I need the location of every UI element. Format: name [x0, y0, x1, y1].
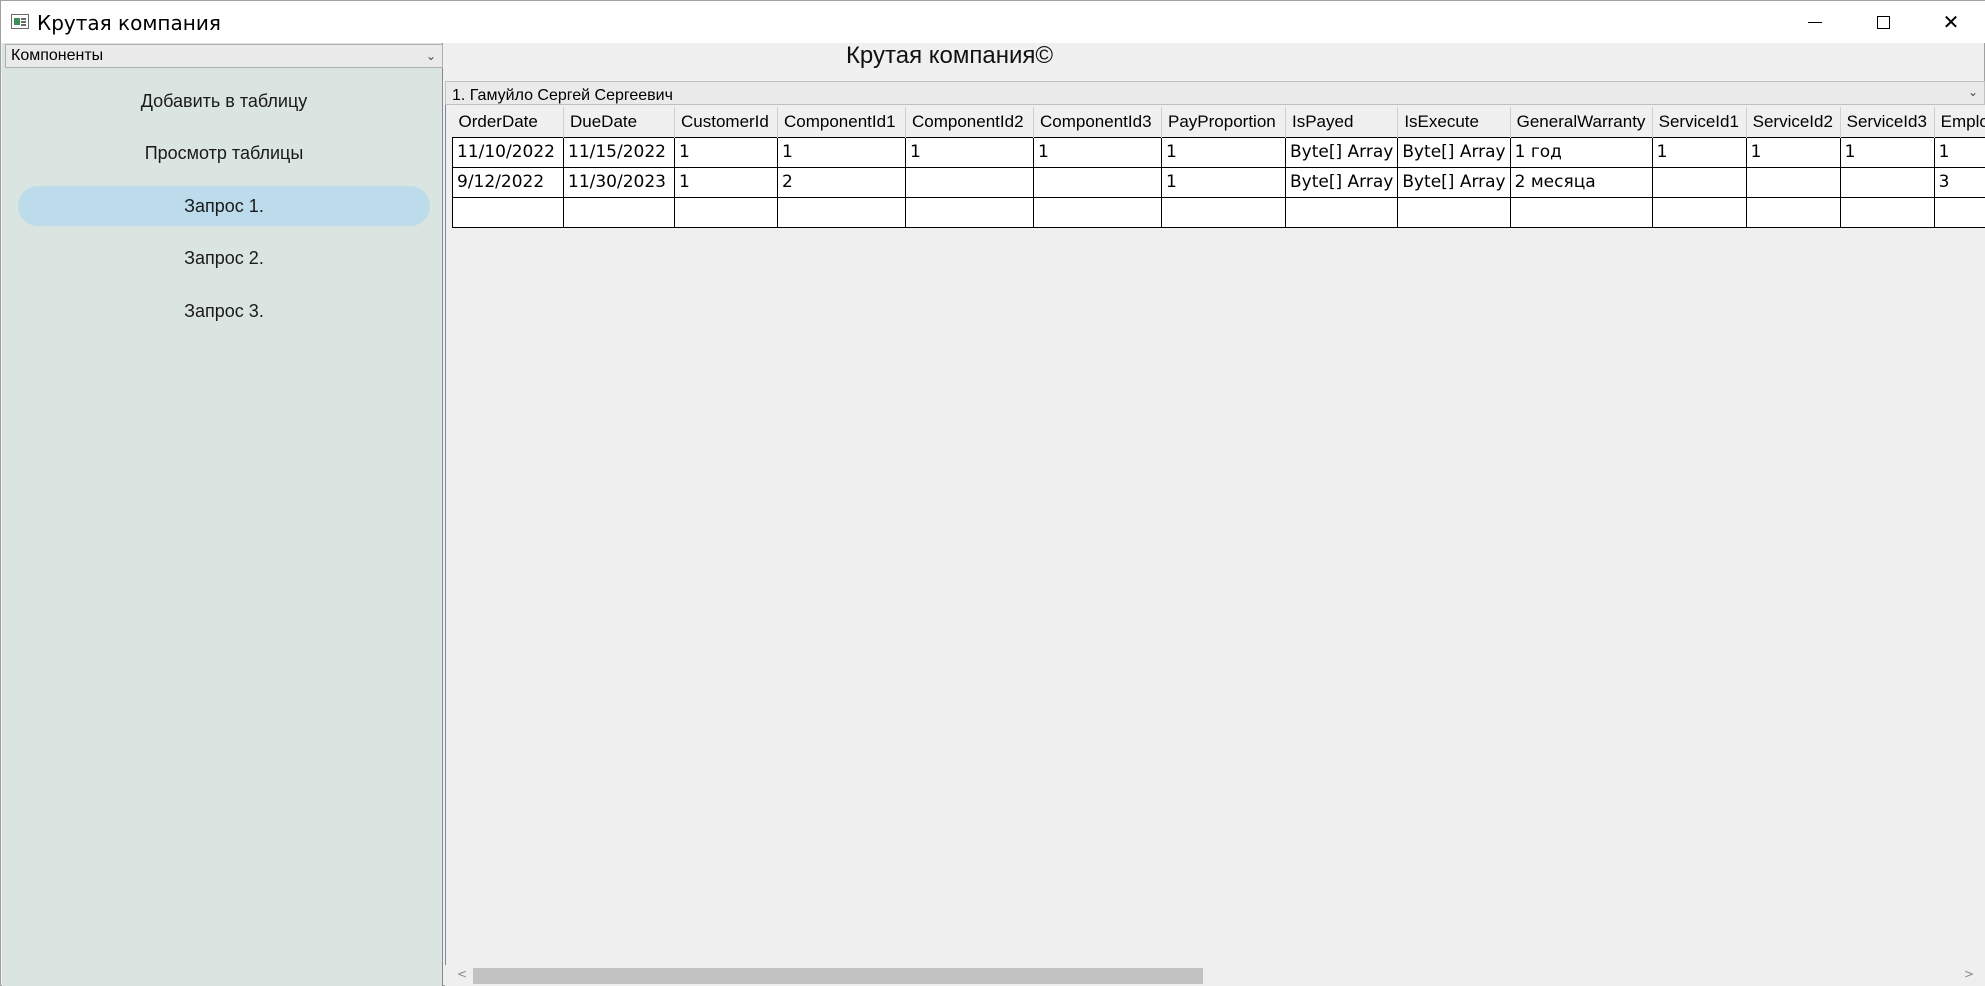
table-cell[interactable] [563, 196, 675, 228]
table-cell[interactable]: 1 [1839, 136, 1935, 168]
table-cell[interactable]: 1 [1161, 136, 1286, 168]
app-icon [11, 14, 29, 29]
table-cell[interactable] [1651, 166, 1747, 198]
sidebar-item-label: Добавить в таблицу [140, 90, 308, 111]
table-cell[interactable]: 1 год [1509, 136, 1653, 168]
table-row[interactable]: 9/12/2022 11/30/2023 1 2 1 Byte[] Array Byte[]… [452, 166, 1985, 198]
sidebar-item-label: Запрос 3. [184, 300, 264, 321]
column-header[interactable]: IsExecute [1397, 107, 1511, 137]
scroll-right-icon[interactable]: > [1964, 967, 1974, 981]
sidebar-item-4[interactable]: Запрос 2. [18, 238, 430, 278]
table-row[interactable]: 11/10/2022 11/15/2022 1 1 1 1 1 Byte[] Array Byt… [452, 136, 1985, 168]
table-cell[interactable]: 9/12/2022 [452, 166, 564, 198]
scroll-left-icon[interactable]: < [457, 967, 467, 981]
sidebar-item-2[interactable]: Просмотр таблицы [18, 133, 430, 173]
table-cell[interactable] [1651, 196, 1747, 228]
table-cell[interactable]: 1 [674, 136, 778, 168]
sidebar-item-label: Запрос 2. [184, 247, 264, 268]
column-header[interactable]: OrderDate [452, 107, 564, 137]
table-cell[interactable]: 1 [1651, 136, 1747, 168]
table-cell[interactable]: 1 [1745, 136, 1841, 168]
column-header[interactable]: ComponentId1 [777, 107, 906, 137]
table-cell[interactable] [1933, 196, 1985, 228]
table-cell[interactable]: 1 [674, 166, 778, 198]
column-header[interactable]: ServiceId2 [1746, 107, 1841, 137]
table-cell[interactable] [905, 166, 1034, 198]
table-cell[interactable] [1161, 196, 1286, 228]
table-cell[interactable]: 11/15/2022 [563, 136, 675, 168]
table-cell[interactable] [1745, 196, 1841, 228]
title-bar[interactable]: Крутая компания ✕ [1, 1, 1985, 43]
app-window: Крутая компания ✕ Компоненты ⌄ Добавить … [0, 0, 1985, 986]
column-header[interactable]: GeneralWarranty [1510, 107, 1653, 137]
table-cell[interactable]: Byte[] Array [1284, 136, 1399, 168]
scrollbar-thumb[interactable] [473, 968, 1203, 984]
table-cell[interactable]: 1 [1161, 166, 1286, 198]
sidebar-item-1[interactable]: Добавить в таблицу [18, 81, 430, 121]
table-cell[interactable] [1839, 166, 1935, 198]
table-header-row: OrderDate DueDate CustomerId ComponentId1 Co… [452, 107, 1985, 137]
table-cell[interactable]: 3 [1933, 166, 1985, 198]
sidebar-item-3[interactable]: Запрос 1. [18, 186, 430, 226]
maximize-button[interactable] [1849, 1, 1917, 43]
chevron-down-icon: ⌄ [425, 49, 436, 63]
table-cell[interactable]: 11/30/2023 [563, 166, 675, 198]
column-header[interactable]: PayProportion [1161, 107, 1286, 137]
table-cell[interactable] [777, 196, 906, 228]
table-cell[interactable] [674, 196, 778, 228]
table-row[interactable] [452, 196, 1985, 228]
customer-select-value: 1. Гамуйло Сергей Сергеевич [452, 87, 673, 104]
horizontal-scrollbar[interactable]: < > [445, 965, 1985, 986]
column-header[interactable]: ComponentId3 [1033, 107, 1162, 137]
data-grid[interactable]: OrderDate DueDate CustomerId ComponentId1 Co… [445, 105, 1985, 985]
table-cell[interactable]: 2 месяца [1509, 166, 1653, 198]
table-cell[interactable]: 2 [777, 166, 906, 198]
sidebar-item-label: Запрос 1. [184, 195, 264, 216]
data-table[interactable]: OrderDate DueDate CustomerId ComponentId1 Co… [452, 107, 1985, 228]
column-header[interactable]: ServiceId3 [1840, 107, 1935, 137]
sidebar-item-label: Просмотр таблицы [144, 142, 304, 163]
table-select-value: Компоненты [11, 47, 104, 64]
table-cell[interactable]: 11/10/2022 [452, 136, 564, 168]
page-title: Крутая компания© [845, 42, 1054, 69]
table-cell[interactable] [1839, 196, 1935, 228]
table-select-combobox[interactable]: Компоненты ⌄ [5, 44, 443, 68]
chevron-down-icon: ⌄ [1967, 85, 1978, 99]
column-header[interactable]: IsPayed [1285, 107, 1399, 137]
column-header[interactable]: CustomerId [674, 107, 778, 137]
column-header[interactable]: Emplo [1934, 107, 1985, 137]
column-header[interactable]: DueDate [563, 107, 675, 137]
table-cell[interactable]: Byte[] Array [1397, 136, 1511, 168]
table-cell[interactable]: Byte[] Array [1284, 166, 1399, 198]
table-cell[interactable] [1509, 196, 1653, 228]
table-cell[interactable]: Byte[] Array [1397, 166, 1511, 198]
sidebar-item-5[interactable]: Запрос 3. [18, 291, 430, 331]
table-cell[interactable] [1397, 196, 1511, 228]
window-title: Крутая компания [37, 11, 221, 35]
table-cell[interactable] [1033, 166, 1162, 198]
table-cell[interactable] [1284, 196, 1399, 228]
column-header[interactable]: ComponentId2 [905, 107, 1034, 137]
table-cell[interactable]: 1 [1933, 136, 1985, 168]
table-cell[interactable] [1745, 166, 1841, 198]
table-cell[interactable] [1033, 196, 1162, 228]
minimize-button[interactable] [1781, 1, 1849, 43]
table-cell[interactable]: 1 [1033, 136, 1162, 168]
column-header[interactable]: ServiceId1 [1652, 107, 1747, 137]
minimize-icon [1808, 21, 1822, 23]
sidebar: Компоненты ⌄ Добавить в таблицу Просмотр … [2, 43, 443, 986]
maximize-icon [1876, 15, 1890, 29]
close-button[interactable]: ✕ [1917, 1, 1985, 43]
table-cell[interactable] [452, 196, 564, 228]
table-cell[interactable]: 1 [905, 136, 1034, 168]
table-cell[interactable]: 1 [777, 136, 906, 168]
table-cell[interactable] [905, 196, 1034, 228]
close-icon: ✕ [1942, 10, 1960, 34]
customer-select-combobox[interactable]: 1. Гамуйло Сергей Сергеевич ⌄ [445, 81, 1985, 105]
